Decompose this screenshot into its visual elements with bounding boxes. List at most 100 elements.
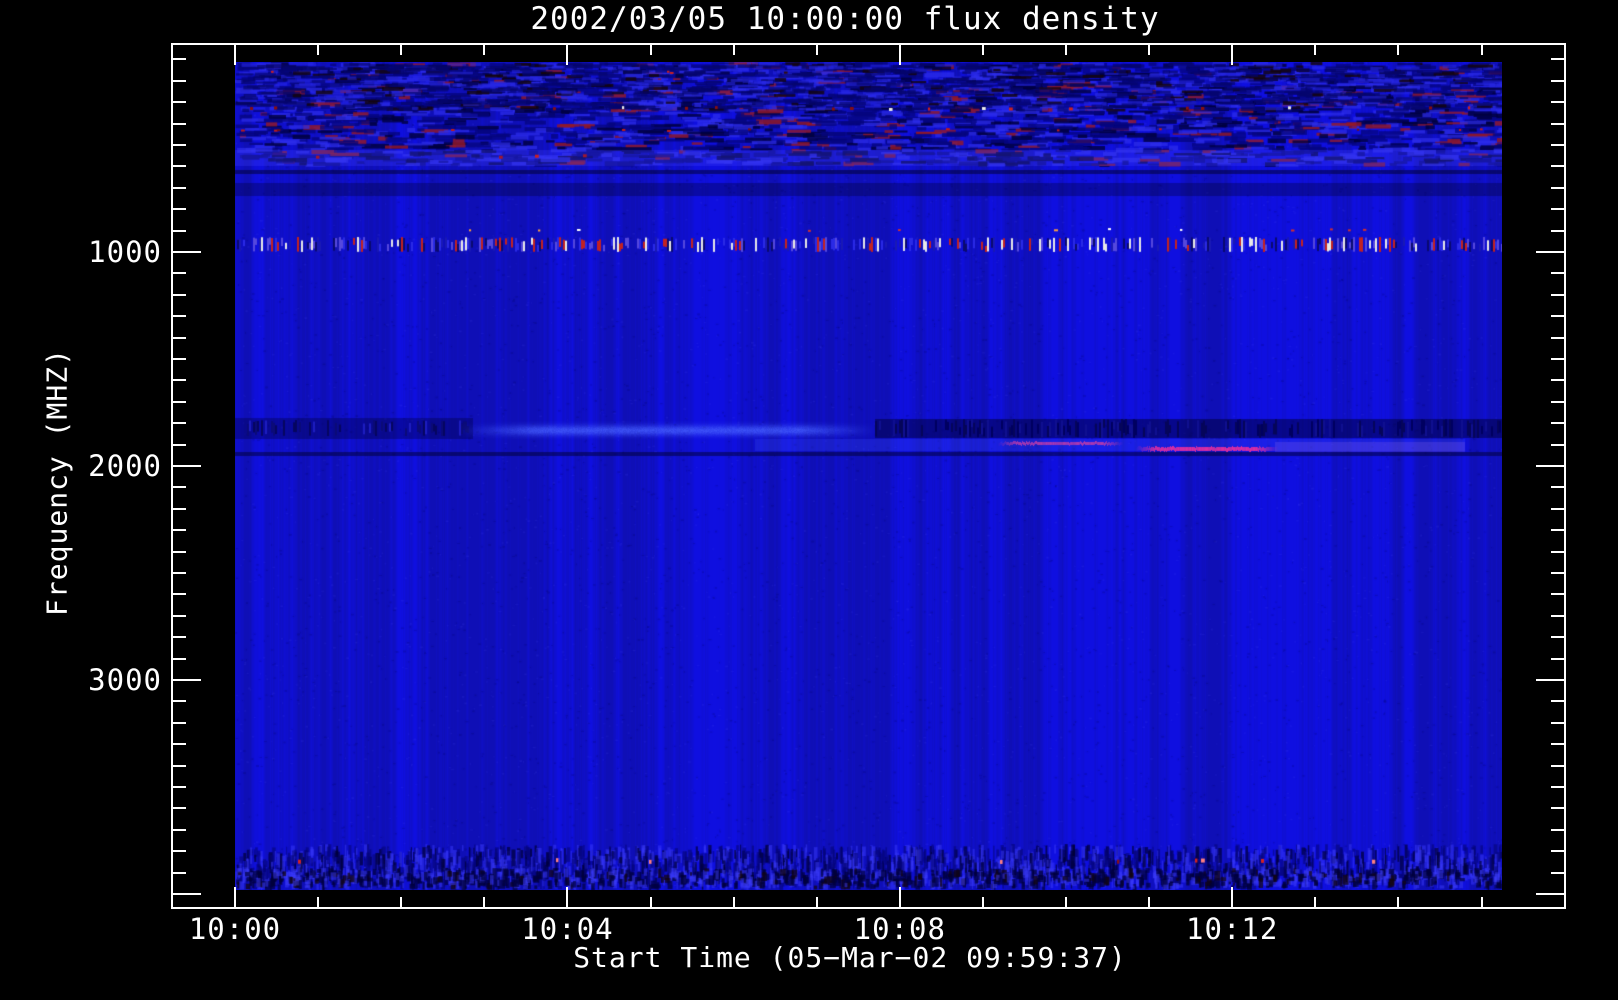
y-minor-tick-right-1700 (1551, 400, 1564, 403)
y-minor-tick-right-2500 (1551, 572, 1564, 574)
axes-frame (171, 43, 1566, 909)
x-minor-tick-7 (815, 45, 818, 55)
y-minor-tick-400 (173, 122, 186, 125)
y-minor-tick-1200 (173, 293, 186, 296)
x-minor-tick-bottom-9 (981, 897, 984, 907)
y-minor-tick-3100 (173, 700, 186, 703)
y-minor-tick-2200 (173, 507, 186, 510)
x-major-tick-bottom-4 (566, 887, 569, 907)
y-major-tick-4000 (173, 893, 201, 895)
y-minor-tick-right-3600 (1551, 807, 1564, 810)
y-major-tick-right-3000 (1536, 679, 1564, 681)
y-minor-tick-3400 (173, 764, 186, 767)
x-minor-tick-bottom-7 (815, 897, 818, 907)
y-minor-tick-3300 (173, 743, 186, 746)
y-minor-tick-2500 (173, 572, 186, 574)
x-axis-title: Start Time (05−Mar−02 09:59:37) (573, 941, 1127, 974)
y-minor-tick-1100 (173, 272, 186, 275)
x-major-tick-8 (898, 45, 901, 65)
y-minor-tick-3600 (173, 807, 186, 810)
y-minor-tick-3800 (173, 850, 186, 853)
y-minor-tick-right-800 (1551, 208, 1564, 211)
y-minor-tick-right-2200 (1551, 507, 1564, 510)
y-minor-tick-right-3900 (1551, 871, 1564, 874)
x-major-tick-bottom-8 (898, 887, 901, 907)
y-minor-tick-700 (173, 186, 186, 189)
x-minor-tick-1 (317, 45, 320, 55)
x-minor-tick-bottom-13 (1314, 897, 1317, 907)
y-minor-tick-3500 (173, 786, 186, 788)
y-major-tick-right-2000 (1536, 465, 1564, 467)
y-minor-tick-100 (173, 58, 186, 61)
y-minor-tick-2800 (173, 636, 186, 639)
y-major-tick-2000 (173, 465, 201, 467)
x-minor-tick-bottom-5 (649, 897, 652, 907)
y-minor-tick-2700 (173, 614, 186, 617)
x-minor-tick-14 (1397, 45, 1400, 55)
x-minor-tick-bottom-1 (317, 897, 320, 907)
y-minor-tick-right-100 (1551, 58, 1564, 61)
y-minor-tick-2600 (173, 593, 186, 596)
y-minor-tick-right-1900 (1551, 443, 1564, 446)
y-minor-tick-right-600 (1551, 165, 1564, 168)
y-minor-tick-1500 (173, 358, 186, 360)
y-minor-tick-2400 (173, 550, 186, 553)
y-axis-title: Frequency (MHZ) (40, 348, 74, 616)
x-minor-tick-bottom-3 (483, 897, 486, 907)
y-minor-tick-right-300 (1551, 101, 1564, 104)
y-minor-tick-right-2900 (1551, 657, 1564, 660)
y-minor-tick-1900 (173, 443, 186, 446)
y-major-tick-right-1000 (1536, 251, 1564, 253)
y-major-tick-1000 (173, 251, 201, 253)
y-minor-tick-right-1800 (1551, 422, 1564, 425)
x-minor-tick-13 (1314, 45, 1317, 55)
y-minor-tick-1400 (173, 336, 186, 339)
y-minor-tick-right-3400 (1551, 764, 1564, 767)
y-minor-tick-right-400 (1551, 122, 1564, 125)
x-minor-tick-2 (400, 45, 403, 55)
y-major-tick-right-4000 (1536, 893, 1564, 895)
y-minor-tick-right-1100 (1551, 272, 1564, 275)
x-minor-tick-5 (649, 45, 652, 55)
y-minor-tick-right-2700 (1551, 614, 1564, 617)
x-minor-tick-15 (1480, 45, 1483, 55)
y-minor-tick-right-3500 (1551, 786, 1564, 788)
y-minor-tick-right-700 (1551, 186, 1564, 189)
y-minor-tick-2900 (173, 657, 186, 660)
y-minor-tick-1800 (173, 422, 186, 425)
x-minor-tick-bottom-10 (1065, 897, 1067, 907)
y-major-tick-3000 (173, 679, 201, 681)
y-minor-tick-3900 (173, 871, 186, 874)
x-minor-tick-bottom-15 (1480, 897, 1483, 907)
spectrogram-figure: 2002/03/05 10:00:00 flux density Frequen… (0, 0, 1618, 1000)
x-major-tick-12 (1231, 45, 1234, 65)
y-minor-tick-right-1400 (1551, 336, 1564, 339)
y-minor-tick-200 (173, 79, 186, 82)
x-minor-tick-3 (483, 45, 486, 55)
y-minor-tick-right-2100 (1551, 486, 1564, 489)
y-tick-label-3000: 3000 (88, 663, 162, 697)
y-minor-tick-right-3200 (1551, 721, 1564, 724)
y-minor-tick-1600 (173, 379, 186, 382)
y-minor-tick-right-1500 (1551, 358, 1564, 360)
y-minor-tick-right-1600 (1551, 379, 1564, 382)
y-minor-tick-2100 (173, 486, 186, 489)
y-minor-tick-right-3800 (1551, 850, 1564, 853)
y-minor-tick-800 (173, 208, 186, 211)
x-minor-tick-bottom-2 (400, 897, 403, 907)
y-minor-tick-right-2800 (1551, 636, 1564, 639)
x-minor-tick-bottom-14 (1397, 897, 1400, 907)
y-minor-tick-right-200 (1551, 79, 1564, 82)
y-minor-tick-1300 (173, 315, 186, 318)
y-minor-tick-right-500 (1551, 144, 1564, 146)
y-tick-label-1000: 1000 (88, 235, 162, 269)
y-minor-tick-right-3300 (1551, 743, 1564, 746)
y-minor-tick-right-2600 (1551, 593, 1564, 596)
y-minor-tick-1700 (173, 400, 186, 403)
y-minor-tick-right-900 (1551, 229, 1564, 232)
x-minor-tick-10 (1065, 45, 1067, 55)
y-minor-tick-right-1300 (1551, 315, 1564, 318)
x-minor-tick-11 (1148, 45, 1151, 55)
x-minor-tick-6 (732, 45, 735, 55)
y-minor-tick-right-1200 (1551, 293, 1564, 296)
